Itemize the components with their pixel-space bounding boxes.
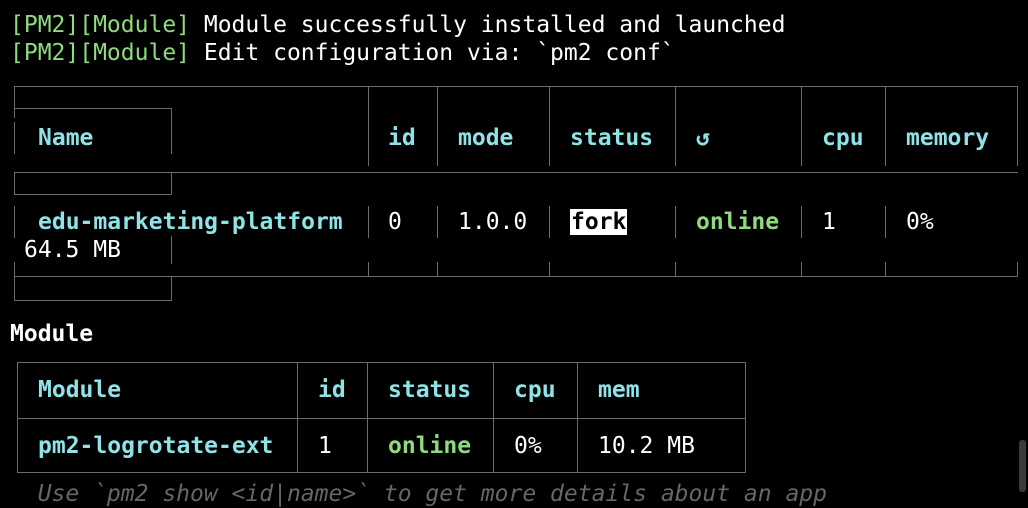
table-border [675,262,676,276]
header-id: id [388,125,416,151]
process-status-badge: fork [570,209,628,235]
table-border [14,172,15,194]
process-restart-value: online [696,209,780,235]
header-status: status [570,125,654,151]
table-border [549,262,550,276]
table-border-top [14,86,1018,87]
table-border [171,108,172,154]
process-memory: 0% [906,209,934,235]
log-line-1: [PM2][Module] Module successfully instal… [10,11,785,39]
header-name: Name [38,125,94,151]
table-border [437,206,438,238]
table-border [675,86,676,166]
module-header-mem: mem [598,377,640,403]
module-name: pm2-logrotate-ext [38,433,274,459]
header-mode: mode [458,125,514,151]
header-cpu: cpu [822,125,864,151]
table-border [745,362,746,473]
process-name: edu-marketing-platform [38,209,343,235]
module-header-cpu: cpu [514,377,556,403]
table-border [14,206,15,238]
scrollbar-thumb[interactable] [1019,440,1026,492]
table-border [171,276,172,300]
table-border [297,362,298,473]
table-border [801,86,802,166]
table-border [14,86,15,118]
table-border [675,206,676,238]
table-border [368,262,369,276]
module-status: online [388,433,472,459]
table-border [14,108,172,109]
table-border [14,262,15,300]
table-border [493,362,494,473]
table-border [801,206,802,238]
table-border [801,262,802,276]
table-border [14,194,172,195]
process-cpu: 1 [822,209,836,235]
process-mode: 1.0.0 [458,209,528,235]
table-border [14,172,1018,173]
table-border [549,86,550,166]
table-border [171,172,172,194]
table-border [368,86,369,166]
header-memory: memory [906,125,990,151]
table-border [368,206,369,238]
module-mem: 10.2 MB [598,433,695,459]
log-tag: [PM2][Module] [10,40,191,66]
table-border [14,276,1018,277]
module-cpu: 0% [514,433,542,459]
table-border [437,86,438,166]
table-border [549,206,550,238]
table-border-bottom [14,300,172,301]
module-header-id: id [318,377,346,403]
table-border [1017,86,1018,166]
table-border-bottom [17,472,746,473]
table-border [1017,262,1018,276]
process-id: 0 [388,209,402,235]
module-header-status: status [388,377,472,403]
log-tag: [PM2][Module] [10,12,191,38]
table-border [577,362,578,473]
table-border [17,362,18,473]
header-restart-icon: ↺ [696,125,710,151]
module-header-module: Module [38,377,122,403]
table-border [437,262,438,276]
table-border [885,262,886,276]
module-section-title: Module [10,321,94,347]
table-border [14,122,15,154]
table-border [885,206,886,238]
log-message: Edit configuration via: `pm2 conf` [190,40,675,66]
footer-hint: Use `pm2 show <id|name>` to get more det… [10,481,827,507]
table-border-top [17,362,746,363]
module-id: 1 [318,433,332,459]
log-message: Module successfully installed and launch… [190,12,786,38]
log-line-2: [PM2][Module] Edit configuration via: `p… [10,39,675,67]
table-border [17,418,746,419]
table-border [367,362,368,473]
table-border [171,236,172,264]
table-border [885,86,886,166]
process-memory-overflow: 64.5 MB [24,237,121,263]
